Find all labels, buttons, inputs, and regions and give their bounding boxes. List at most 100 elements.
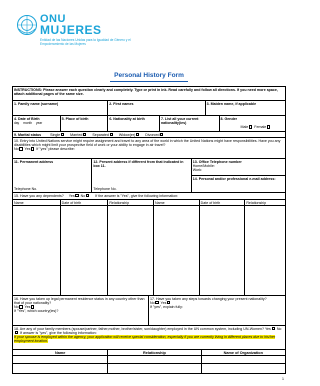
family-cell[interactable] xyxy=(202,356,285,363)
family-employment-yes-checkbox[interactable] xyxy=(271,327,275,331)
dependents-col-dob: Date of birth xyxy=(61,200,109,205)
office-telephone-field[interactable]: 13. Office Telephone number Home/Mobile:… xyxy=(191,159,285,176)
dependents-cell[interactable] xyxy=(154,206,200,295)
divorced-checkbox[interactable] xyxy=(160,133,164,137)
spouse-note: If your spouse is employed within the ag… xyxy=(14,335,276,344)
separated-label: Separated xyxy=(92,132,109,137)
family-col-name: Name xyxy=(13,350,109,355)
gender-label: 8. Gender xyxy=(220,116,238,121)
address-row: 11. Permanent address Telephone No. 12. … xyxy=(13,159,285,193)
instructions-text: INSTRUCTIONS: Please answer each questio… xyxy=(14,87,278,96)
disability-yes-label: Yes xyxy=(24,147,31,151)
male-checkbox[interactable] xyxy=(249,125,253,129)
dependents-question-text: 15. Have you any dependents? xyxy=(14,193,64,198)
widowed-checkbox[interactable] xyxy=(136,133,140,137)
brand-tagline: Entidad de las Naciones Unidas para la I… xyxy=(40,38,131,46)
marital-status-label: 9. Marital status xyxy=(14,132,42,137)
first-names-field[interactable]: 2. First names xyxy=(108,101,206,115)
residence-question: 16. Have you taken up legal permanent re… xyxy=(13,296,149,325)
nationality-at-birth-field[interactable]: 6. Nationality at birth xyxy=(108,116,160,131)
personal-history-form: INSTRUCTIONS: Please answer each questio… xyxy=(12,86,286,374)
instructions-row: INSTRUCTIONS: Please answer each questio… xyxy=(13,87,285,101)
family-cell[interactable] xyxy=(202,364,285,373)
marital-status-field: 9. Marital status Single Married Separat… xyxy=(13,132,285,137)
family-cell[interactable] xyxy=(13,364,109,373)
disability-no-checkbox[interactable] xyxy=(19,147,23,151)
family-employment-yes-label: Yes xyxy=(264,326,271,331)
residence-yes-checkbox[interactable] xyxy=(31,305,35,309)
dependents-cell[interactable] xyxy=(61,206,109,295)
dob-day-label: day xyxy=(14,120,20,125)
dependents-question-row: 15. Have you any dependents? Yes No If t… xyxy=(13,193,285,200)
family-col-relationship: Relationship xyxy=(108,350,202,355)
family-name-field[interactable]: 1. Family name (surname) xyxy=(13,101,109,115)
dependents-col-name: Name xyxy=(13,200,61,205)
maiden-name-field[interactable]: 3. Maiden name, if applicable xyxy=(206,101,285,115)
names-row: 1. Family name (surname) 2. First names … xyxy=(13,101,285,116)
dependents-cell[interactable] xyxy=(200,206,246,295)
single-checkbox[interactable] xyxy=(60,133,65,137)
un-women-logo: ONU MUJERES Entidad de las Naciones Unid… xyxy=(16,12,216,62)
dependents-body-row xyxy=(13,206,285,296)
dependents-yes-checkbox[interactable] xyxy=(75,194,79,198)
nationality-change-no-checkbox[interactable] xyxy=(155,301,159,305)
residence-which-label: If "Yes", which country(ies)? xyxy=(14,309,59,314)
residence-question-text: 16. Have you taken up legal permanent re… xyxy=(14,296,145,305)
title-underline xyxy=(110,81,188,82)
dependents-col-dob-2: Date of birth xyxy=(200,200,246,205)
dependents-yes-label: Yes xyxy=(68,193,75,198)
family-cell[interactable] xyxy=(108,364,202,373)
residence-no-checkbox[interactable] xyxy=(19,305,23,309)
nationality-change-explain-label: If "yes", explain fully: xyxy=(150,305,183,309)
page-title: Personal History Form xyxy=(114,72,184,79)
disability-no-label: No xyxy=(14,147,19,151)
place-of-birth-field[interactable]: 5. Place of birth xyxy=(61,116,109,131)
female-checkbox[interactable] xyxy=(267,125,271,129)
dependents-cell[interactable] xyxy=(245,206,285,295)
family-employment-no-checkbox[interactable] xyxy=(14,331,18,335)
permanent-address-field[interactable]: 11. Permanent address Telephone No. xyxy=(13,159,93,192)
family-employment-row: 18. Are any of your family members (spou… xyxy=(13,326,285,350)
dependents-no-checkbox[interactable] xyxy=(86,194,90,198)
work-label: Work: xyxy=(192,168,203,172)
dependents-col-name-2: Name xyxy=(154,200,200,205)
nationality-change-text: 17. Have you taken any steps towards cha… xyxy=(150,296,267,301)
family-cell[interactable] xyxy=(13,356,109,363)
married-label: Married xyxy=(70,132,83,137)
residence-nationality-row: 16. Have you taken up legal permanent re… xyxy=(13,296,285,326)
brand-name: ONU MUJERES xyxy=(40,14,102,37)
un-emblem-icon xyxy=(17,15,37,35)
brand-line2: MUJERES xyxy=(40,23,102,37)
current-nationality-field[interactable]: 7. List all your current nationality(ies… xyxy=(160,116,220,131)
permanent-telephone-label: Telephone No. xyxy=(14,186,38,191)
disability-question-text: 10. Entry into United Nations service mi… xyxy=(14,138,281,147)
married-checkbox[interactable] xyxy=(83,133,87,137)
family-body-row xyxy=(13,356,285,364)
family-body-row xyxy=(13,364,285,373)
date-of-birth-field[interactable]: 4. Date of Birth day month year xyxy=(13,116,61,131)
nationality-change-yes-checkbox[interactable] xyxy=(167,301,171,305)
separated-checkbox[interactable] xyxy=(109,133,113,137)
dependents-col-relationship: Relationship xyxy=(108,200,154,205)
disability-question: 10. Entry into United Nations service mi… xyxy=(13,138,285,158)
birth-row: 4. Date of Birth day month year 5. Place… xyxy=(13,116,285,132)
disability-yes-checkbox[interactable] xyxy=(31,147,35,151)
disability-describe-label: If "yes" please describe: xyxy=(36,147,75,151)
nationality-change-question: 17. Have you taken any steps towards cha… xyxy=(149,296,285,325)
dob-year-label: year xyxy=(36,120,43,125)
contact-column: 13. Office Telephone number Home/Mobile:… xyxy=(191,159,285,192)
disability-row: 10. Entry into United Nations service mi… xyxy=(13,138,285,159)
dependents-cell[interactable] xyxy=(13,206,61,295)
family-col-organization: Name of Organization xyxy=(223,350,263,355)
permanent-address-label: 11. Permanent address xyxy=(14,159,54,164)
present-address-field[interactable]: 12. Present address if different from th… xyxy=(92,159,192,192)
present-telephone-label: Telephone No. xyxy=(93,186,117,191)
family-cell[interactable] xyxy=(108,356,202,363)
dependents-cell[interactable] xyxy=(108,206,154,295)
dependents-question: 15. Have you any dependents? Yes No If t… xyxy=(13,193,285,199)
dependents-follow-text: If the answer is "Yes", give the followi… xyxy=(95,193,179,198)
present-address-label: 12. Present address if different from th… xyxy=(93,159,184,168)
page-number: 1 xyxy=(282,377,284,381)
divorced-label: Divorced xyxy=(145,132,160,137)
email-field[interactable]: 14. Personal and/or professional e-mail … xyxy=(192,176,285,181)
